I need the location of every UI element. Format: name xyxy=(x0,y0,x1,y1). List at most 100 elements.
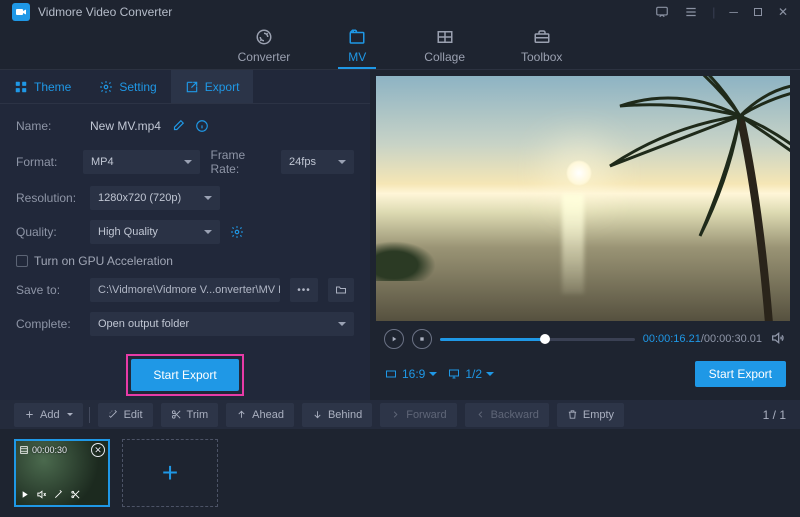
current-time: 00:00:16.21 xyxy=(643,333,701,345)
seek-thumb[interactable] xyxy=(540,334,550,344)
add-clip-placeholder[interactable]: + xyxy=(122,439,218,507)
browse-button[interactable]: ••• xyxy=(290,278,318,302)
seek-fill xyxy=(440,338,545,341)
subtab-setting[interactable]: Setting xyxy=(85,70,170,103)
quality-label: Quality: xyxy=(16,225,80,239)
subtab-theme-label: Theme xyxy=(34,80,71,94)
preview-sun xyxy=(566,160,592,186)
chevron-down-icon xyxy=(67,413,73,419)
quality-gear-icon[interactable] xyxy=(230,225,244,239)
volume-icon[interactable] xyxy=(770,330,786,349)
gpu-checkbox[interactable] xyxy=(16,255,28,267)
remove-clip-button[interactable]: ✕ xyxy=(91,443,105,457)
add-button[interactable]: Add xyxy=(14,403,83,427)
feedback-icon[interactable] xyxy=(654,5,670,19)
edit-button[interactable]: Edit xyxy=(98,403,153,427)
export-icon xyxy=(185,80,199,94)
nav-mv[interactable]: MV xyxy=(338,24,376,69)
thumb-edit-icon[interactable] xyxy=(53,489,64,503)
saveto-path: C:\Vidmore\Vidmore V...onverter\MV Expor… xyxy=(90,278,280,302)
nav-collage-label: Collage xyxy=(424,50,465,64)
plus-icon xyxy=(24,409,35,420)
preview-options: 16:9 1/2 Start Export xyxy=(370,355,800,397)
time-display: 00:00:16.21/00:00:30.01 xyxy=(643,333,762,345)
ahead-icon xyxy=(236,409,247,420)
forward-button[interactable]: Forward xyxy=(380,403,456,427)
quality-select[interactable]: High Quality xyxy=(90,220,220,244)
menu-icon[interactable] xyxy=(684,5,698,19)
thumb-play-icon[interactable] xyxy=(19,489,30,503)
behind-icon xyxy=(312,409,323,420)
empty-button[interactable]: Empty xyxy=(557,403,624,427)
folder-icon xyxy=(334,284,348,296)
maximize-button[interactable] xyxy=(752,6,764,18)
thumb-mute-icon[interactable] xyxy=(36,489,47,503)
start-export-small-button[interactable]: Start Export xyxy=(695,361,786,387)
complete-select[interactable]: Open output folder xyxy=(90,312,354,336)
main-area: Theme Setting Export Name: New MV.mp4 xyxy=(0,70,800,400)
behind-button[interactable]: Behind xyxy=(302,403,372,427)
nav-converter[interactable]: Converter xyxy=(230,24,299,69)
aspect-ratio-select[interactable]: 16:9 xyxy=(384,367,437,381)
gear-icon xyxy=(99,80,113,94)
total-time: /00:00:30.01 xyxy=(701,333,762,345)
resolution-select[interactable]: 1280x720 (720p) xyxy=(90,186,220,210)
name-value: New MV.mp4 xyxy=(90,119,161,133)
start-export-small-label: Start Export xyxy=(709,367,772,381)
complete-label: Complete: xyxy=(16,317,80,331)
trim-button[interactable]: Trim xyxy=(161,403,219,427)
minimize-button[interactable]: ─ xyxy=(729,5,738,19)
forward-label: Forward xyxy=(406,409,446,421)
preview-reflection xyxy=(562,194,584,294)
framerate-select[interactable]: 24fps xyxy=(281,150,354,174)
ahead-label: Ahead xyxy=(252,409,284,421)
preview-bush xyxy=(376,241,436,281)
wand-icon xyxy=(108,409,119,420)
nav-toolbox[interactable]: Toolbox xyxy=(513,24,570,69)
format-value: MP4 xyxy=(91,156,114,168)
subtab-export[interactable]: Export xyxy=(171,70,254,103)
stop-button[interactable] xyxy=(412,329,432,349)
framerate-value: 24fps xyxy=(289,156,316,168)
start-export-button[interactable]: Start Export xyxy=(131,359,239,391)
play-button[interactable] xyxy=(384,329,404,349)
subtab-setting-label: Setting xyxy=(119,80,156,94)
clip-toolbar: Add Edit Trim Ahead Behind Forward Backw… xyxy=(0,400,800,429)
start-export-label: Start Export xyxy=(153,368,216,382)
aspect-value: 16:9 xyxy=(402,367,425,381)
subtab-theme[interactable]: Theme xyxy=(0,70,85,103)
forward-icon xyxy=(390,409,401,420)
aspect-icon xyxy=(384,368,398,380)
saveto-value: C:\Vidmore\Vidmore V...onverter\MV Expor… xyxy=(98,284,280,296)
info-icon[interactable] xyxy=(195,119,209,133)
open-folder-button[interactable] xyxy=(328,278,354,302)
format-label: Format: xyxy=(16,155,73,169)
titlebar: Vidmore Video Converter | ─ ✕ xyxy=(0,0,800,24)
format-select[interactable]: MP4 xyxy=(83,150,201,174)
trim-label: Trim xyxy=(187,409,209,421)
clip-thumbnail[interactable]: 00:00:30 ✕ xyxy=(14,439,110,507)
play-icon xyxy=(390,335,398,343)
video-icon xyxy=(15,6,27,18)
close-button[interactable]: ✕ xyxy=(778,5,788,19)
monitor-icon xyxy=(447,368,461,380)
edit-name-icon[interactable] xyxy=(171,119,185,133)
subtabs: Theme Setting Export xyxy=(0,70,370,104)
seek-bar[interactable] xyxy=(440,338,635,341)
backward-button[interactable]: Backward xyxy=(465,403,549,427)
right-panel: 00:00:16.21/00:00:30.01 16:9 1/2 Start E… xyxy=(370,70,800,400)
chevron-down-icon xyxy=(429,372,437,380)
name-label: Name: xyxy=(16,119,80,133)
gpu-label: Turn on GPU Acceleration xyxy=(34,254,173,268)
thumb-trim-icon[interactable] xyxy=(70,489,81,503)
nav-collage[interactable]: Collage xyxy=(416,24,473,69)
preview-palm xyxy=(600,76,790,321)
display-scale-select[interactable]: 1/2 xyxy=(447,367,494,381)
complete-value: Open output folder xyxy=(98,318,189,330)
quality-value: High Quality xyxy=(98,226,158,238)
scissors-icon xyxy=(171,409,182,420)
backward-label: Backward xyxy=(491,409,539,421)
video-preview[interactable] xyxy=(376,76,790,321)
ahead-button[interactable]: Ahead xyxy=(226,403,294,427)
collage-icon xyxy=(434,28,456,46)
